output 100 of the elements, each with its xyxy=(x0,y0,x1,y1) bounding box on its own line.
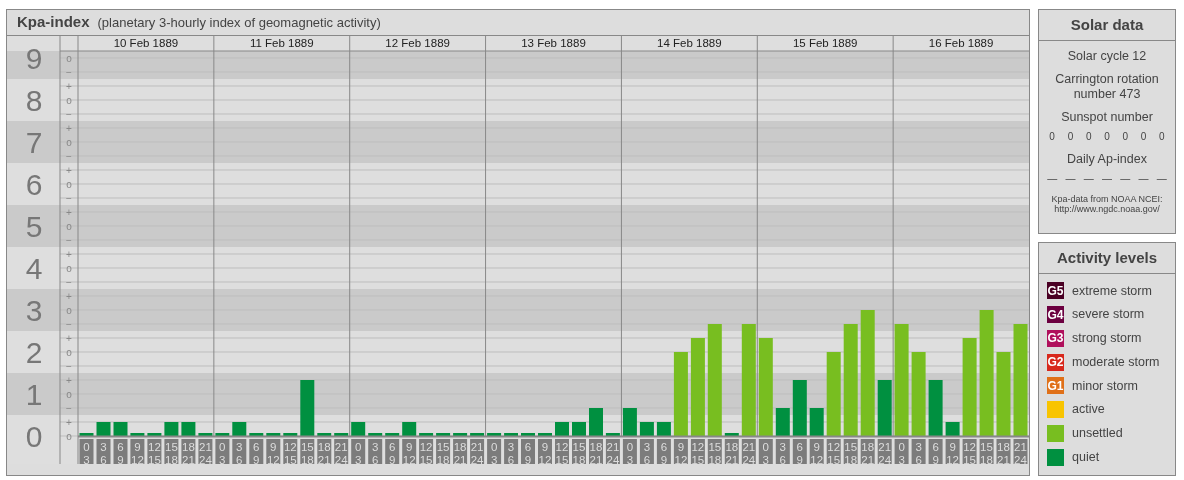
level-badge: G3 xyxy=(1047,329,1064,347)
ap-index-value: — xyxy=(1047,171,1058,186)
level-badge: G1 xyxy=(1047,377,1064,395)
x-tick-label: 0 3 xyxy=(219,441,226,466)
hour-label: 6 9 xyxy=(928,439,943,464)
sunspot-value: 0 xyxy=(1085,129,1092,144)
hour-label: 15 18 xyxy=(164,439,179,464)
minor-tick-label: − xyxy=(66,108,72,120)
minor-tick-label: − xyxy=(66,318,72,330)
source-url: http://www.ngdc.noaa.gov/ xyxy=(1053,204,1161,216)
y-axis-label: 2 xyxy=(25,336,43,369)
minor-tick-label: + xyxy=(66,416,72,428)
x-tick-label: 3 6 xyxy=(236,441,243,466)
hour-label: 0 3 xyxy=(758,439,773,464)
hour-label: 12 15 xyxy=(419,439,434,464)
level-label: strong storm xyxy=(1072,330,1142,347)
y-axis-label: 9 xyxy=(25,42,43,75)
hour-label: 3 6 xyxy=(368,439,383,464)
minor-tick-label: + xyxy=(66,206,72,218)
sunspot-value: 0 xyxy=(1049,129,1055,144)
date-label: 13 Feb 1889 xyxy=(521,37,586,49)
minor-tick-label: o xyxy=(66,94,72,106)
hour-label: 6 9 xyxy=(792,439,807,464)
hour-label: 6 9 xyxy=(385,439,400,464)
ap-index-value: — xyxy=(1102,171,1112,186)
minor-tick-label: + xyxy=(66,122,72,134)
y-axis-label: 1 xyxy=(25,378,43,411)
hour-label: 21 24 xyxy=(605,439,620,464)
hour-label: 9 12 xyxy=(130,439,145,464)
y-axis-label: 7 xyxy=(25,126,43,159)
hour-label: 0 3 xyxy=(79,439,94,464)
hour-label: 3 6 xyxy=(232,439,247,464)
hour-label: 6 9 xyxy=(113,439,128,464)
hour-label: 21 24 xyxy=(741,439,756,464)
x-tick-label: 6 9 xyxy=(253,441,260,466)
date-label: 15 Feb 1889 xyxy=(792,37,858,49)
hour-label: 21 24 xyxy=(1013,439,1028,464)
chart-subtitle: (planetary 3-hourly index of geomagnetic activity) xyxy=(97,13,381,32)
hour-label: 9 12 xyxy=(809,439,824,464)
level-label: severe storm xyxy=(1072,306,1145,324)
minor-tick-label: + xyxy=(66,374,72,386)
hour-label: 18 21 xyxy=(589,439,603,464)
hour-label: 21 24 xyxy=(198,439,213,464)
minor-tick-label: o xyxy=(66,388,72,400)
x-tick-label: 3 6 xyxy=(779,441,786,466)
x-tick-label: 3 6 xyxy=(915,441,922,466)
hour-label: 15 18 xyxy=(436,439,451,464)
hour-label: 18 21 xyxy=(724,439,739,464)
x-tick-label: 0 3 xyxy=(490,441,498,466)
hour-label: 0 3 xyxy=(894,439,909,464)
x-tick-label: 6 9 xyxy=(932,441,939,466)
minor-tick-label: − xyxy=(66,192,72,204)
hour-label: 15 18 xyxy=(572,439,586,464)
level-badge: G2 xyxy=(1047,353,1064,371)
x-tick-label: 3 6 xyxy=(643,441,651,466)
minor-tick-label: o xyxy=(66,304,72,316)
panel-title: Activity levels xyxy=(1039,243,1175,274)
minor-tick-label: − xyxy=(66,150,72,162)
minor-tick-label: − xyxy=(66,234,72,246)
hour-label: 12 15 xyxy=(555,439,569,464)
panel-title: Solar data xyxy=(1039,10,1175,41)
ap-index-value: — xyxy=(1156,171,1167,186)
y-axis-label: 5 xyxy=(25,210,43,243)
y-axis-label: 6 xyxy=(25,168,43,201)
hour-label: 3 6 xyxy=(639,439,654,464)
minor-tick-label: − xyxy=(66,360,72,372)
sunspot-value: 0 xyxy=(1104,129,1110,144)
y-axis-label: 3 xyxy=(25,294,43,327)
minor-tick-label: + xyxy=(66,248,72,260)
minor-tick-label: o xyxy=(66,346,72,358)
y-axis-label: 8 xyxy=(25,84,43,117)
date-label: 11 Feb 1889 xyxy=(249,37,314,49)
y-axis-label: 0 xyxy=(25,420,43,453)
minor-tick-label: o xyxy=(66,136,72,148)
minor-tick-label: − xyxy=(66,402,72,414)
hour-label: 21 24 xyxy=(470,439,485,464)
ap-index-value: — xyxy=(1083,171,1094,186)
chart-title: Kpa-index xyxy=(17,12,90,33)
minor-tick-label: + xyxy=(66,80,72,92)
minor-tick-label: − xyxy=(66,276,72,288)
x-tick-label: 0 3 xyxy=(762,441,769,466)
level-label: moderate storm xyxy=(1072,353,1160,371)
hour-label: 0 3 xyxy=(487,439,502,464)
hour-label: 18 21 xyxy=(453,439,468,464)
hour-label: 12 15 xyxy=(283,439,298,464)
level-label: extreme storm xyxy=(1072,282,1152,300)
x-tick-label: 6 9 xyxy=(117,441,124,466)
hour-label: 15 18 xyxy=(979,439,994,464)
sunspot-value: 0 xyxy=(1122,129,1129,144)
hour-label: 15 18 xyxy=(843,439,858,464)
level-badge: G5 xyxy=(1047,282,1064,300)
x-tick-label: 0 3 xyxy=(83,441,90,466)
x-tick-label: 0 3 xyxy=(355,441,362,466)
source-note: Kpa-data from NOAA NCEI: xyxy=(1050,193,1164,205)
x-tick-label: 3 6 xyxy=(100,441,107,466)
x-tick-label: 6 9 xyxy=(389,441,396,466)
hour-label: 3 6 xyxy=(504,439,519,464)
hour-label: 9 12 xyxy=(945,439,960,464)
hour-label: 3 6 xyxy=(911,439,926,464)
x-tick-label: 0 3 xyxy=(626,441,634,466)
